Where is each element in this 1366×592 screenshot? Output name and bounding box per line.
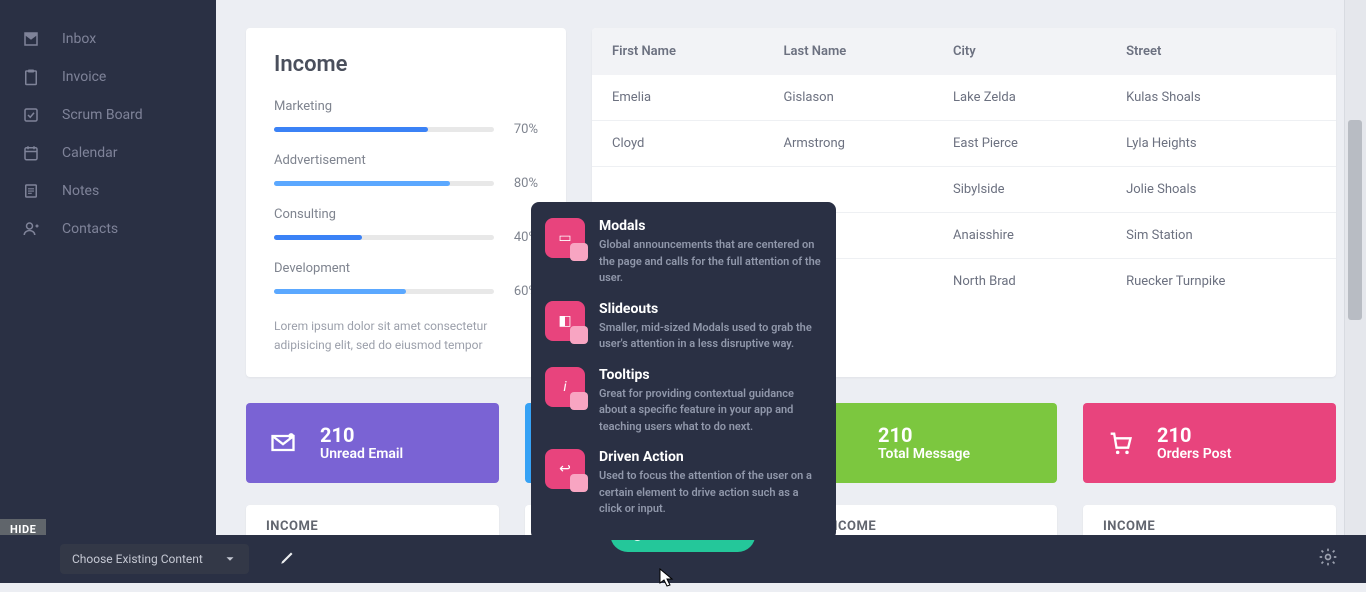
table-row[interactable]: EmeliaGislasonLake ZeldaKulas Shoals bbox=[592, 75, 1336, 121]
sidebar-item-label: Scrum Board bbox=[62, 107, 143, 123]
bottom-toolbar: Choose Existing Content Add UI Pattern bbox=[0, 535, 1366, 583]
progress-label: Addvertisement bbox=[274, 153, 538, 168]
tile-number: 210 bbox=[320, 424, 403, 446]
edit-button[interactable] bbox=[279, 548, 297, 570]
income-title: Income bbox=[274, 52, 538, 77]
tile-orders-post[interactable]: 210 Orders Post bbox=[1083, 403, 1336, 483]
popup-item-desc: Great for providing contextual guidance … bbox=[599, 386, 822, 436]
tile-unread-email[interactable]: 210 Unread Email bbox=[246, 403, 499, 483]
progress-item: Marketing 70% bbox=[274, 99, 538, 137]
sidebar-item-contacts[interactable]: Contacts bbox=[0, 210, 216, 248]
cursor-icon bbox=[659, 568, 675, 592]
modal-icon: ▭ bbox=[545, 218, 585, 258]
progress-item: Development 60% bbox=[274, 261, 538, 299]
gear-icon bbox=[1318, 547, 1338, 567]
popup-item-title: Modals bbox=[599, 218, 822, 234]
cart-icon bbox=[1105, 428, 1135, 458]
popup-item-title: Driven Action bbox=[599, 449, 822, 465]
sidebar-item-label: Notes bbox=[62, 183, 99, 199]
tile-total-message[interactable]: 210 Total Message bbox=[804, 403, 1057, 483]
menu-item-tooltips[interactable]: i Tooltips Great for providing contextua… bbox=[545, 367, 822, 436]
tile-label: Unread Email bbox=[320, 446, 403, 462]
progress-label: Marketing bbox=[274, 99, 538, 114]
tile-number: 210 bbox=[1157, 424, 1231, 446]
scrollbar-thumb[interactable] bbox=[1348, 120, 1362, 320]
chevron-down-icon bbox=[223, 552, 237, 566]
menu-item-slideouts[interactable]: ◧ Slideouts Smaller, mid-sized Modals us… bbox=[545, 301, 822, 353]
check-square-icon bbox=[22, 106, 40, 124]
tile-label: Total Message bbox=[878, 446, 970, 462]
sidebar-item-invoice[interactable]: Invoice bbox=[0, 58, 216, 96]
table-header[interactable]: City bbox=[933, 28, 1106, 75]
slideout-icon: ◧ bbox=[545, 301, 585, 341]
popup-item-title: Tooltips bbox=[599, 367, 822, 383]
table-header[interactable]: Last Name bbox=[764, 28, 934, 75]
choose-content-dropdown[interactable]: Choose Existing Content bbox=[60, 544, 249, 574]
action-icon: ↩ bbox=[545, 449, 585, 489]
progress-label: Development bbox=[274, 261, 538, 276]
mail-icon bbox=[22, 30, 40, 48]
calendar-icon bbox=[22, 144, 40, 162]
sidebar-item-calendar[interactable]: Calendar bbox=[0, 134, 216, 172]
menu-item-modals[interactable]: ▭ Modals Global announcements that are c… bbox=[545, 218, 822, 287]
table-header[interactable]: Street bbox=[1106, 28, 1336, 75]
pencil-icon bbox=[279, 548, 297, 566]
mail-icon bbox=[268, 428, 298, 458]
progress-bar bbox=[274, 289, 494, 294]
sidebar-item-label: Calendar bbox=[62, 145, 118, 161]
sidebar-item-inbox[interactable]: Inbox bbox=[0, 20, 216, 58]
income-note: Lorem ipsum dolor sit amet consectetur a… bbox=[274, 317, 538, 355]
sidebar-item-scrum[interactable]: Scrum Board bbox=[0, 96, 216, 134]
sidebar-item-label: Contacts bbox=[62, 221, 118, 237]
sidebar-item-label: Inbox bbox=[62, 31, 96, 47]
table-row[interactable]: CloydArmstrongEast PierceLyla Heights bbox=[592, 121, 1336, 167]
progress-bar bbox=[274, 127, 494, 132]
tile-label: Orders Post bbox=[1157, 446, 1231, 462]
menu-item-driven-action[interactable]: ↩ Driven Action Used to focus the attent… bbox=[545, 449, 822, 518]
progress-bar bbox=[274, 235, 494, 240]
tooltip-icon: i bbox=[545, 367, 585, 407]
progress-item: Consulting 40% bbox=[274, 207, 538, 245]
tile-number: 210 bbox=[878, 424, 970, 446]
popup-item-desc: Global announcements that are centered o… bbox=[599, 237, 822, 287]
settings-button[interactable] bbox=[1318, 547, 1338, 571]
sidebar-item-notes[interactable]: Notes bbox=[0, 172, 216, 210]
progress-bar bbox=[274, 181, 494, 186]
popup-item-desc: Used to focus the attention of the user … bbox=[599, 468, 822, 518]
table-header[interactable]: First Name bbox=[592, 28, 764, 75]
dropdown-label: Choose Existing Content bbox=[72, 552, 203, 566]
file-icon bbox=[22, 182, 40, 200]
popup-item-title: Slideouts bbox=[599, 301, 822, 317]
popup-item-desc: Smaller, mid-sized Modals used to grab t… bbox=[599, 320, 822, 353]
sidebar-item-label: Invoice bbox=[62, 69, 106, 85]
progress-pct: 70% bbox=[506, 122, 538, 137]
progress-pct: 80% bbox=[506, 176, 538, 191]
progress-item: Addvertisement 80% bbox=[274, 153, 538, 191]
user-plus-icon bbox=[22, 220, 40, 238]
ui-pattern-menu: ▭ Modals Global announcements that are c… bbox=[531, 202, 836, 540]
sidebar: Inbox Invoice Scrum Board Calendar Notes… bbox=[0, 0, 216, 583]
clipboard-icon bbox=[22, 68, 40, 86]
scrollbar-track[interactable] bbox=[1344, 0, 1366, 583]
income-card: Income Marketing 70% Addvertisement 80% bbox=[246, 28, 566, 377]
progress-label: Consulting bbox=[274, 207, 538, 222]
